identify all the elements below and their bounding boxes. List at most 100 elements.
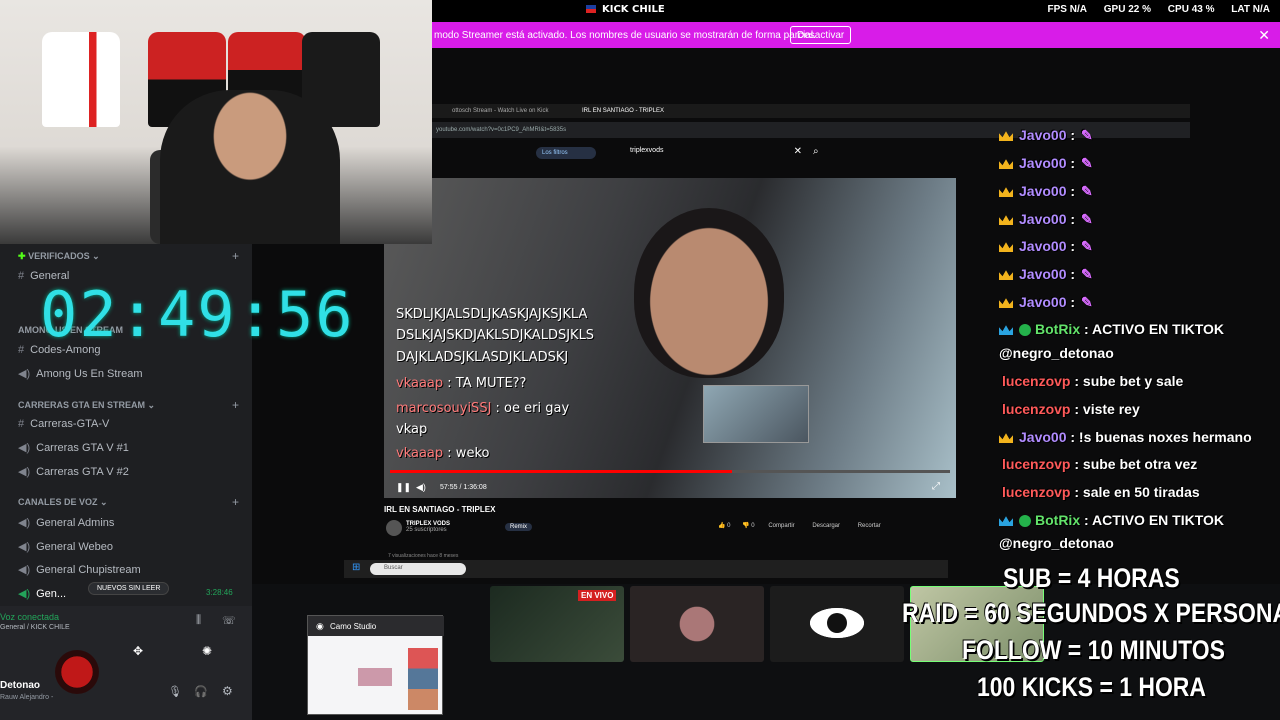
- overlay-chat-message: Javo00 : ✎: [999, 266, 1093, 283]
- soundboard-icon[interactable]: ⫼: [196, 614, 201, 627]
- volume-icon[interactable]: ◀): [416, 482, 426, 493]
- emote-icon: ✎: [1081, 294, 1093, 310]
- chat-username: lucenzovp: [1002, 401, 1071, 417]
- user-avatar[interactable]: [55, 650, 99, 694]
- chat-username: vkaaap: [396, 376, 444, 391]
- chat-username: Javo00: [1019, 155, 1067, 171]
- add-channel-icon[interactable]: +: [232, 495, 239, 509]
- emote-icon: ✎: [1081, 127, 1093, 143]
- emote-icon: ✎: [1081, 211, 1093, 227]
- close-icon[interactable]: ✕: [1258, 27, 1270, 44]
- chat-text: SKDLJKJALSDLJKASKJAJKSJKLA: [396, 307, 588, 322]
- crown-icon: [999, 215, 1013, 226]
- chat-username: Javo00: [1019, 429, 1067, 445]
- channel-general-active[interactable]: ◀) Gen...: [18, 587, 66, 600]
- browser-tab[interactable]: ottosch Stream - Watch Live on Kick: [452, 108, 548, 114]
- chat-text: : sube bet y sale: [1074, 373, 1184, 389]
- add-channel-icon[interactable]: +: [232, 398, 239, 412]
- download-button[interactable]: Descargar: [812, 523, 840, 529]
- camo-titlebar: ◉ Camo Studio: [308, 616, 444, 636]
- channel-among-voice[interactable]: ◀) Among Us En Stream: [18, 367, 143, 380]
- dislike-button[interactable]: 👎 0: [742, 523, 754, 529]
- streamer-face: [634, 208, 784, 378]
- gear-icon[interactable]: ⚙: [222, 684, 233, 698]
- rule-line: RAID = 60 SEGUNDOS X PERSONA: [902, 598, 1280, 628]
- browser-tab-active[interactable]: IRL EN SANTIAGO - TRIPLEX: [582, 108, 664, 114]
- add-channel-icon[interactable]: +: [232, 249, 239, 263]
- time-display: 57:55 / 1:36:08: [440, 484, 487, 491]
- video-chat-message: DAJKLADSJKLASDJKLADSKJ: [396, 350, 568, 365]
- channel-carreras-text[interactable]: # Carreras-GTA-V: [18, 418, 109, 430]
- category-verificados[interactable]: ✚ VERIFICADOS ⌄: [18, 251, 100, 262]
- search-icon[interactable]: ⌕: [813, 146, 819, 157]
- chat-username: Javo00: [1019, 127, 1067, 143]
- crown-icon: [999, 242, 1013, 253]
- progress-bar[interactable]: [390, 470, 950, 473]
- username: Detonao: [0, 680, 40, 691]
- crown-icon: [999, 270, 1013, 281]
- streamer-person: [160, 90, 340, 244]
- chat-text: : viste rey: [1074, 401, 1140, 417]
- filters-chip[interactable]: Los filtros: [536, 147, 596, 159]
- chat-username: Javo00: [1019, 294, 1067, 310]
- speaker-icon: ◀): [18, 564, 31, 576]
- eye-icon: [810, 608, 864, 638]
- channel-general-webeo[interactable]: ◀) General Webeo: [18, 540, 113, 553]
- chat-username: marcosouyiSSJ: [396, 401, 492, 416]
- emote-icon: ✎: [1081, 266, 1093, 282]
- headphones-icon[interactable]: 🎧: [194, 685, 208, 698]
- chat-text: :: [1070, 183, 1076, 199]
- crown-icon: [999, 187, 1013, 198]
- streamer-mode-banner: modo Streamer está activado. Los nombres…: [432, 22, 1280, 48]
- chat-text: : weko: [447, 446, 490, 461]
- speaker-icon: ◀): [18, 588, 31, 600]
- voice-channel: General / KICK CHILE: [0, 624, 70, 631]
- taskbar-search[interactable]: Buscar: [370, 563, 466, 575]
- speaker-icon: ◀): [18, 368, 31, 380]
- overlay-chat-message: @negro_detonao: [999, 345, 1114, 361]
- channel-avatar[interactable]: [386, 520, 402, 536]
- like-button[interactable]: 👍 0: [718, 523, 730, 529]
- video-title: IRL EN SANTIAGO - TRIPLEX: [384, 505, 496, 514]
- deactivate-button[interactable]: Desactivar: [790, 26, 852, 44]
- channel-carreras-1[interactable]: ◀) Carreras GTA V #1: [18, 441, 129, 454]
- pause-icon[interactable]: ❚❚: [396, 482, 411, 493]
- emote-icon: ✎: [1081, 155, 1093, 171]
- channel-general-admins[interactable]: ◀) General Admins: [18, 516, 114, 529]
- video-chat-message: SKDLJKJALSDLJKASKJAJKSJKLA: [396, 307, 587, 322]
- remix-button[interactable]: Remix: [505, 523, 533, 531]
- microphone-icon[interactable]: 🎙: [168, 685, 182, 698]
- overlay-chat-message: BotRix : ACTIVO EN TIKTOK: [999, 321, 1224, 337]
- url-text: youtube.com/watch?v=0c1PC9_AhMRI&t=5835s: [436, 127, 567, 133]
- channel-carreras-2[interactable]: ◀) Carreras GTA V #2: [18, 465, 129, 478]
- crown-icon: [999, 433, 1013, 444]
- thumbnail-woman[interactable]: [630, 586, 764, 662]
- crown-icon: [999, 159, 1013, 170]
- disconnect-icon[interactable]: ☏: [222, 614, 236, 627]
- search-input[interactable]: triplexvods ✕: [630, 146, 806, 159]
- clear-icon[interactable]: ✕: [794, 146, 802, 157]
- category-voz[interactable]: CANALES DE VOZ ⌄: [18, 497, 108, 508]
- soundboard-button-icon[interactable]: ✺: [202, 644, 212, 658]
- activities-icon[interactable]: ✥: [133, 644, 143, 658]
- clip-button[interactable]: Recortar: [858, 523, 881, 529]
- bot-badge-icon: [999, 325, 1013, 336]
- verified-icon: [1019, 324, 1031, 337]
- category-carreras[interactable]: CARRERAS GTA EN STREAM ⌄: [18, 400, 155, 411]
- chat-text: : oe eri gay: [495, 401, 570, 416]
- chat-text: :: [1070, 266, 1076, 282]
- emote-icon: ✎: [1081, 183, 1093, 199]
- unread-pill[interactable]: NUEVOS SIN LEER: [88, 582, 170, 595]
- perf-stats: FPS N/A GPU 22 % CPU 43 % LAT N/A: [1034, 4, 1270, 15]
- fullscreen-icon[interactable]: ⤢: [932, 481, 940, 492]
- channel-general-chupistream[interactable]: ◀) General Chupistream: [18, 563, 141, 576]
- thumbnail-eye[interactable]: [770, 586, 904, 662]
- bot-badge-icon: [999, 516, 1013, 527]
- user-status: Rauw Alejandro -: [0, 694, 54, 701]
- windows-icon[interactable]: ⊞: [352, 562, 360, 573]
- share-button[interactable]: Compartir: [768, 523, 794, 529]
- player-controls: ❚❚ ◀) 57:55 / 1:36:08 ⤢: [384, 478, 956, 498]
- video-views: 7 visualizaciones hace 8 meses: [388, 553, 459, 559]
- camo-studio-window[interactable]: ◉ Camo Studio: [307, 615, 444, 715]
- channel-name[interactable]: TRIPLEX VODS 25 suscriptores: [406, 521, 450, 533]
